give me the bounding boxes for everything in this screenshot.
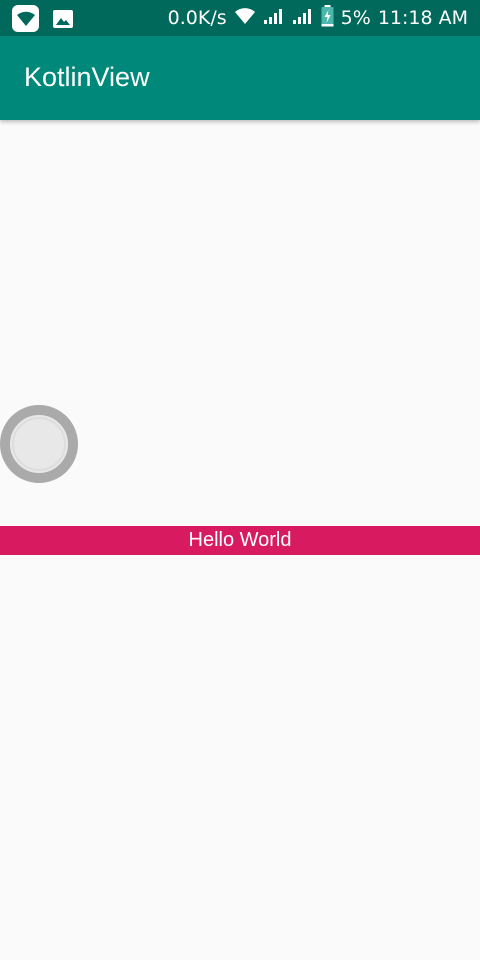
app-bar: KotlinView bbox=[0, 36, 480, 120]
signal-icon bbox=[263, 7, 285, 30]
hello-world-label: Hello World bbox=[0, 526, 480, 555]
hello-world-text: Hello World bbox=[188, 529, 292, 551]
app-title: KotlinView bbox=[24, 62, 150, 92]
circular-progress-indicator bbox=[0, 405, 78, 483]
wifi-notification-icon bbox=[12, 5, 39, 32]
network-speed: 0.0K/s bbox=[167, 7, 227, 29]
battery-charging-icon bbox=[321, 4, 334, 32]
signal-icon bbox=[292, 7, 314, 30]
notification-icons bbox=[12, 5, 76, 32]
battery-percent: 5% bbox=[340, 7, 371, 29]
wifi-icon bbox=[234, 7, 256, 30]
status-bar: 0.0K/s 5% 11:18 AM bbox=[0, 0, 480, 36]
status-info: 0.0K/s 5% 11:18 AM bbox=[168, 0, 468, 36]
image-notification-icon bbox=[49, 5, 76, 32]
clock: 11:18 AM bbox=[377, 7, 468, 29]
